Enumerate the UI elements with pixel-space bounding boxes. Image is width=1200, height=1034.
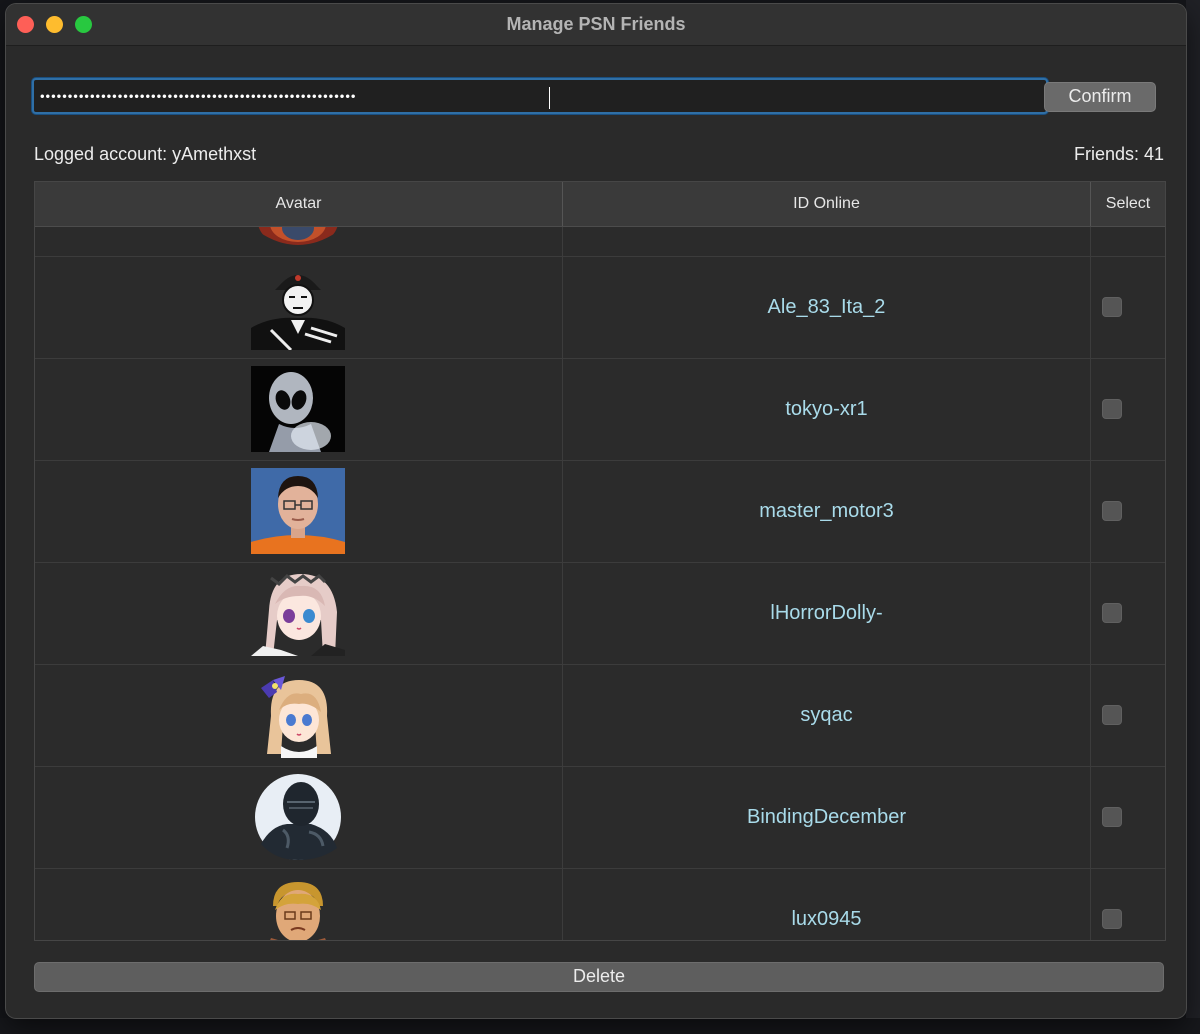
friend-id: master_motor3 bbox=[759, 500, 894, 522]
select-checkbox[interactable] bbox=[1102, 399, 1122, 419]
friend-id: lux0945 bbox=[791, 908, 862, 930]
select-checkbox[interactable] bbox=[1102, 297, 1122, 317]
confirm-button[interactable]: Confirm bbox=[1044, 82, 1156, 112]
man-photo-avatar bbox=[251, 468, 345, 554]
soldier-avatar bbox=[251, 264, 345, 350]
table-row[interactable]: lux0945 bbox=[35, 869, 1165, 940]
friend-id: syqac bbox=[800, 704, 853, 726]
table-row[interactable]: syqac bbox=[35, 665, 1165, 767]
friend-id bbox=[563, 227, 1090, 256]
alien-avatar bbox=[251, 366, 345, 452]
minimize-window-button[interactable] bbox=[46, 16, 63, 33]
window-title: Manage PSN Friends bbox=[506, 14, 686, 34]
friend-id: BindingDecember bbox=[747, 806, 906, 828]
text-caret bbox=[549, 87, 550, 109]
table-row[interactable]: lHorrorDolly- bbox=[35, 563, 1165, 665]
column-header-avatar[interactable]: Avatar bbox=[35, 182, 563, 226]
anime-girl-bow-avatar bbox=[251, 672, 345, 758]
anime-girl-avatar bbox=[251, 570, 345, 656]
table-row[interactable]: Ale_83_Ita_2 bbox=[35, 257, 1165, 359]
select-checkbox[interactable] bbox=[1102, 909, 1122, 929]
maximize-window-button[interactable] bbox=[75, 16, 92, 33]
password-value: ••••••••••••••••••••••••••••••••••••••••… bbox=[40, 88, 357, 104]
friend-id: tokyo-xr1 bbox=[785, 398, 868, 420]
table-row[interactable]: master_motor3 bbox=[35, 461, 1165, 563]
table-body[interactable]: Ale_83_Ita_2 tokyo-xr1 master_motor3 lHo… bbox=[35, 227, 1165, 940]
manage-friends-window: Manage PSN Friends •••••••••••••••••••••… bbox=[6, 4, 1186, 1018]
select-checkbox[interactable] bbox=[1102, 705, 1122, 725]
select-checkbox[interactable] bbox=[1102, 603, 1122, 623]
table-header: Avatar ID Online Select bbox=[35, 182, 1165, 227]
old-man-avatar bbox=[251, 876, 345, 940]
friend-id: lHorrorDolly- bbox=[770, 602, 883, 624]
background-app-bottom bbox=[0, 1018, 1200, 1034]
knight-avatar bbox=[251, 774, 345, 860]
column-header-id-online[interactable]: ID Online bbox=[563, 182, 1091, 226]
partial-helmet-avatar bbox=[251, 227, 345, 248]
table-row bbox=[35, 227, 1165, 257]
column-header-select[interactable]: Select bbox=[1091, 182, 1165, 226]
delete-button[interactable]: Delete bbox=[34, 962, 1164, 992]
password-input[interactable]: ••••••••••••••••••••••••••••••••••••••••… bbox=[32, 78, 1048, 114]
friends-count-label: Friends: 41 bbox=[1073, 144, 1164, 164]
select-checkbox[interactable] bbox=[1102, 501, 1122, 521]
background-app-edge bbox=[1186, 0, 1200, 1034]
table-row[interactable]: tokyo-xr1 bbox=[35, 359, 1165, 461]
table-row[interactable]: BindingDecember bbox=[35, 767, 1165, 869]
friends-table: Avatar ID Online Select Ale_83_Ita_2 tok… bbox=[34, 181, 1166, 941]
close-window-button[interactable] bbox=[17, 16, 34, 33]
logged-account-label: Logged account: yAmethxst bbox=[34, 144, 257, 164]
select-checkbox[interactable] bbox=[1102, 807, 1122, 827]
title-bar[interactable]: Manage PSN Friends bbox=[6, 4, 1186, 46]
friend-id: Ale_83_Ita_2 bbox=[767, 296, 886, 318]
